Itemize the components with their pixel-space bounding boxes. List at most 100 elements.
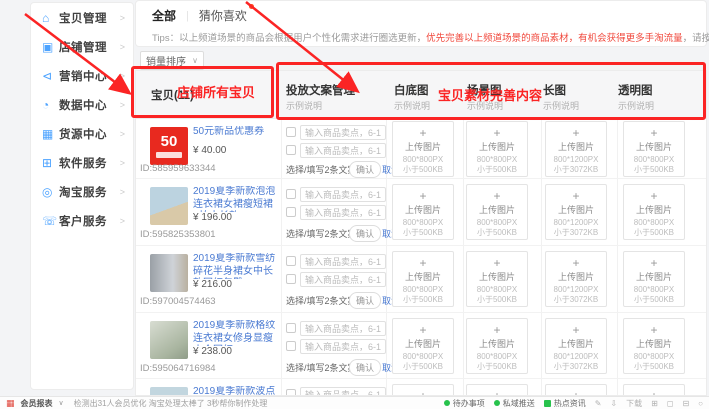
minimize-icon[interactable]: ⊟ xyxy=(682,399,689,408)
product-image[interactable] xyxy=(150,321,188,359)
green-dot-icon xyxy=(494,400,500,406)
sidebar-item-baby-manage[interactable]: ⌂ 宝贝管理 > xyxy=(31,3,133,32)
plus-icon: + xyxy=(624,190,684,202)
product-image-coupon[interactable]: 50 xyxy=(150,127,188,165)
plus-icon: + xyxy=(624,127,684,139)
sidebar-item-taobao-service[interactable]: ◎ 淘宝服务 > xyxy=(31,177,133,206)
col-header-whitebg: 白底图 xyxy=(394,82,429,98)
shop-icon: ▣ xyxy=(42,40,59,54)
sidebar-item-customer-service[interactable]: ☏ 客户服务 > xyxy=(31,206,133,235)
upload-box-long[interactable]: + 上传图片 800*1200PX 小于3072KB xyxy=(545,251,607,307)
upload-box-whitebg[interactable]: + xyxy=(392,384,454,396)
sidebar-item-marketing[interactable]: ⊲ 营销中心 > xyxy=(31,61,133,90)
product-image[interactable] xyxy=(150,254,188,292)
upload-box-transparent[interactable]: + 上传图片 800*800PX 小于500KB xyxy=(623,251,685,307)
copy-hint: 选择/填写2条文案 xyxy=(286,294,357,307)
download-button[interactable]: 下载 xyxy=(626,398,642,409)
confirm-button[interactable]: 确认 xyxy=(349,161,381,178)
copy-checkbox[interactable] xyxy=(286,127,296,137)
copy-checkbox[interactable] xyxy=(286,207,296,217)
confirm-button[interactable]: 确认 xyxy=(349,225,381,242)
top-card: 全部 | 猜你喜欢 Tips：以上频道场景的商品会根据用户个性化需求进行圈选更新… xyxy=(135,0,707,47)
col-sub-whitebg: 示例说明 xyxy=(394,99,430,112)
copy-checkbox[interactable] xyxy=(286,389,296,396)
window-icon[interactable]: ◻ xyxy=(667,399,674,408)
selling-point-input[interactable] xyxy=(300,272,386,287)
statusbar-item-news[interactable]: 热点资讯 xyxy=(544,398,586,409)
selling-point-input[interactable] xyxy=(300,143,386,158)
upload-box-whitebg[interactable]: + 上传图片 800*800PX 小于500KB xyxy=(392,184,454,240)
upload-box-whitebg[interactable]: + 上传图片 800*800PX 小于500KB xyxy=(392,251,454,307)
product-title-link[interactable]: 2019夏季新款格纹连衣裙女修身显瘦小众网红 xyxy=(193,320,279,346)
grid-tool-icon[interactable]: ⊞ xyxy=(651,399,658,408)
table-row: 2019夏季新款波点短袖连衣裙女士中长款夏天 + + + + xyxy=(136,379,707,396)
upload-limit: 小于3072KB xyxy=(546,362,606,372)
product-title-link[interactable]: 50元新品优惠券 xyxy=(193,126,279,139)
sidebar-item-supply-center[interactable]: ▦ 货源中心 > xyxy=(31,119,133,148)
upload-label: 上传图片 xyxy=(467,140,527,153)
pen-icon[interactable]: ✎ xyxy=(595,399,602,408)
selling-point-input[interactable] xyxy=(300,339,386,354)
tab-all[interactable]: 全部 xyxy=(152,7,176,24)
sidebar-item-label: 宝贝管理 xyxy=(59,10,107,26)
plus-icon: + xyxy=(624,257,684,269)
member-report-button[interactable]: 会员报表 xyxy=(21,398,53,409)
upload-limit: 小于500KB xyxy=(467,362,527,372)
upload-box-scene[interactable]: + 上传图片 800*800PX 小于500KB xyxy=(466,318,528,374)
copy-checkbox[interactable] xyxy=(286,189,296,199)
upload-box-whitebg[interactable]: + 上传图片 800*800PX 小于500KB xyxy=(392,121,454,177)
copy-checkbox[interactable] xyxy=(286,256,296,266)
sidebar-item-label: 软件服务 xyxy=(59,155,107,171)
sidebar-item-shop-manage[interactable]: ▣ 店铺管理 > xyxy=(31,32,133,61)
product-image[interactable] xyxy=(150,387,188,396)
upload-box-long[interactable]: + 上传图片 800*1200PX 小于3072KB xyxy=(545,121,607,177)
product-title-link[interactable]: 2019夏季新款雪纺碎花半身裙女中长款网红包臀 xyxy=(193,253,279,279)
statusbar-item-todo[interactable]: 待办事项 xyxy=(444,398,485,409)
copy-hint: 选择/填写2条文案 xyxy=(286,361,357,374)
statusbar-item-push[interactable]: 私域推送 xyxy=(494,398,535,409)
upload-box-transparent[interactable]: + xyxy=(623,384,685,396)
sidebar-item-software-service[interactable]: ⊞ 软件服务 > xyxy=(31,148,133,177)
selling-point-input[interactable] xyxy=(300,387,386,396)
upload-limit: 小于3072KB xyxy=(546,228,606,238)
sidebar-item-data-center[interactable]: ◔ 数据中心 > xyxy=(31,90,133,119)
upload-box-scene[interactable]: + xyxy=(466,384,528,396)
selling-point-input[interactable] xyxy=(300,254,386,269)
upload-limit: 小于500KB xyxy=(467,295,527,305)
upload-size: 800*800PX xyxy=(467,218,527,228)
selling-point-input[interactable] xyxy=(300,321,386,336)
upload-box-long[interactable]: + 上传图片 800*1200PX 小于3072KB xyxy=(545,184,607,240)
download-icon[interactable]: ⇩ xyxy=(610,399,617,408)
copy-checkbox[interactable] xyxy=(286,323,296,333)
plus-icon: + xyxy=(467,324,527,336)
tips-prefix: Tips：以上频道场景的商品会根据用户个性化需求进行圈选更新， xyxy=(152,33,426,44)
upload-size: 800*800PX xyxy=(624,352,684,362)
red-dot-badge xyxy=(249,4,254,9)
circle-icon[interactable]: ○ xyxy=(698,399,703,408)
upload-limit: 小于500KB xyxy=(624,362,684,372)
upload-box-whitebg[interactable]: + 上传图片 800*800PX 小于500KB xyxy=(392,318,454,374)
tab-guess-you-like[interactable]: 猜你喜欢 xyxy=(199,7,247,24)
upload-box-long[interactable]: + xyxy=(545,384,607,396)
copy-checkbox[interactable] xyxy=(286,341,296,351)
selling-point-input[interactable] xyxy=(300,125,386,140)
status-bar-right: 待办事项 私域推送 热点资讯 ✎ ⇩ 下载 ⊞ ◻ ⊟ ○ xyxy=(444,398,703,409)
upload-box-scene[interactable]: + 上传图片 800*800PX 小于500KB xyxy=(466,184,528,240)
selling-point-input[interactable] xyxy=(300,187,386,202)
upload-box-transparent[interactable]: + 上传图片 800*800PX 小于500KB xyxy=(623,184,685,240)
confirm-button[interactable]: 确认 xyxy=(349,292,381,309)
upload-box-scene[interactable]: + 上传图片 800*800PX 小于500KB xyxy=(466,251,528,307)
copy-checkbox[interactable] xyxy=(286,145,296,155)
product-title-link[interactable]: 2019夏季新款波点短袖连衣裙女士中长款夏天 xyxy=(193,386,279,396)
upload-box-transparent[interactable]: + 上传图片 800*800PX 小于500KB xyxy=(623,318,685,374)
upload-box-scene[interactable]: + 上传图片 800*800PX 小于500KB xyxy=(466,121,528,177)
selling-point-input[interactable] xyxy=(300,205,386,220)
sort-select[interactable]: 销量排序 ∨ xyxy=(140,51,204,70)
confirm-button[interactable]: 确认 xyxy=(349,359,381,376)
copy-checkbox[interactable] xyxy=(286,274,296,284)
upload-box-long[interactable]: + 上传图片 800*1200PX 小于3072KB xyxy=(545,318,607,374)
statusbar-item-label: 私域推送 xyxy=(503,398,535,409)
upload-box-transparent[interactable]: + 上传图片 800*800PX 小于500KB xyxy=(623,121,685,177)
product-title-link[interactable]: 2019夏季新款泡泡连衣裙女裙瘦短裙T恤中长款 xyxy=(193,186,279,212)
product-image[interactable] xyxy=(150,187,188,225)
